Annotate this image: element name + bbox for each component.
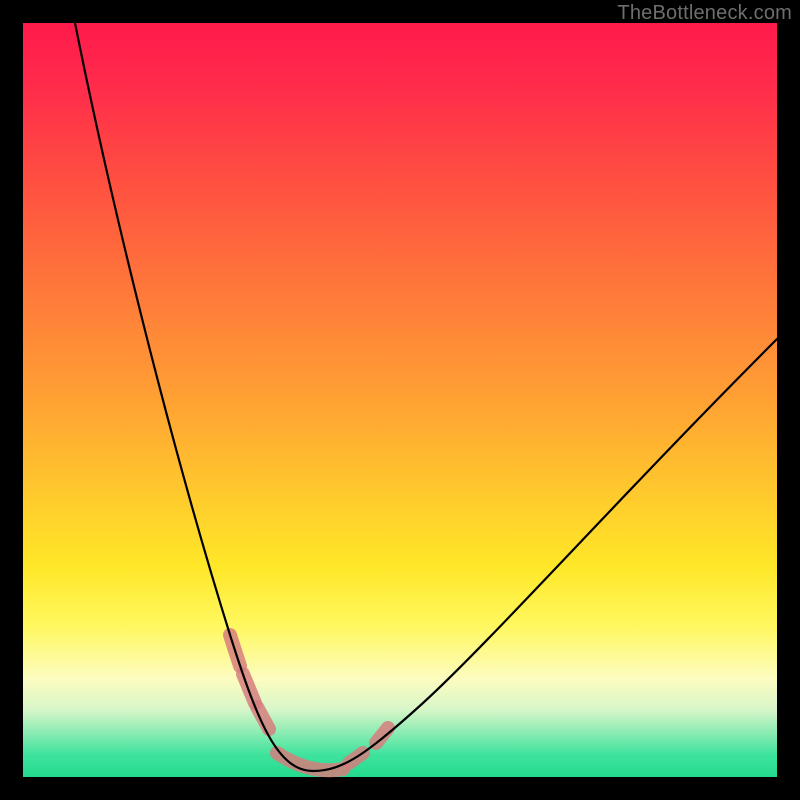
bottleneck-curve <box>75 23 777 771</box>
bottleneck-curve-svg <box>23 23 777 777</box>
watermark-text: TheBottleneck.com <box>617 2 792 25</box>
chart-frame <box>23 23 777 777</box>
